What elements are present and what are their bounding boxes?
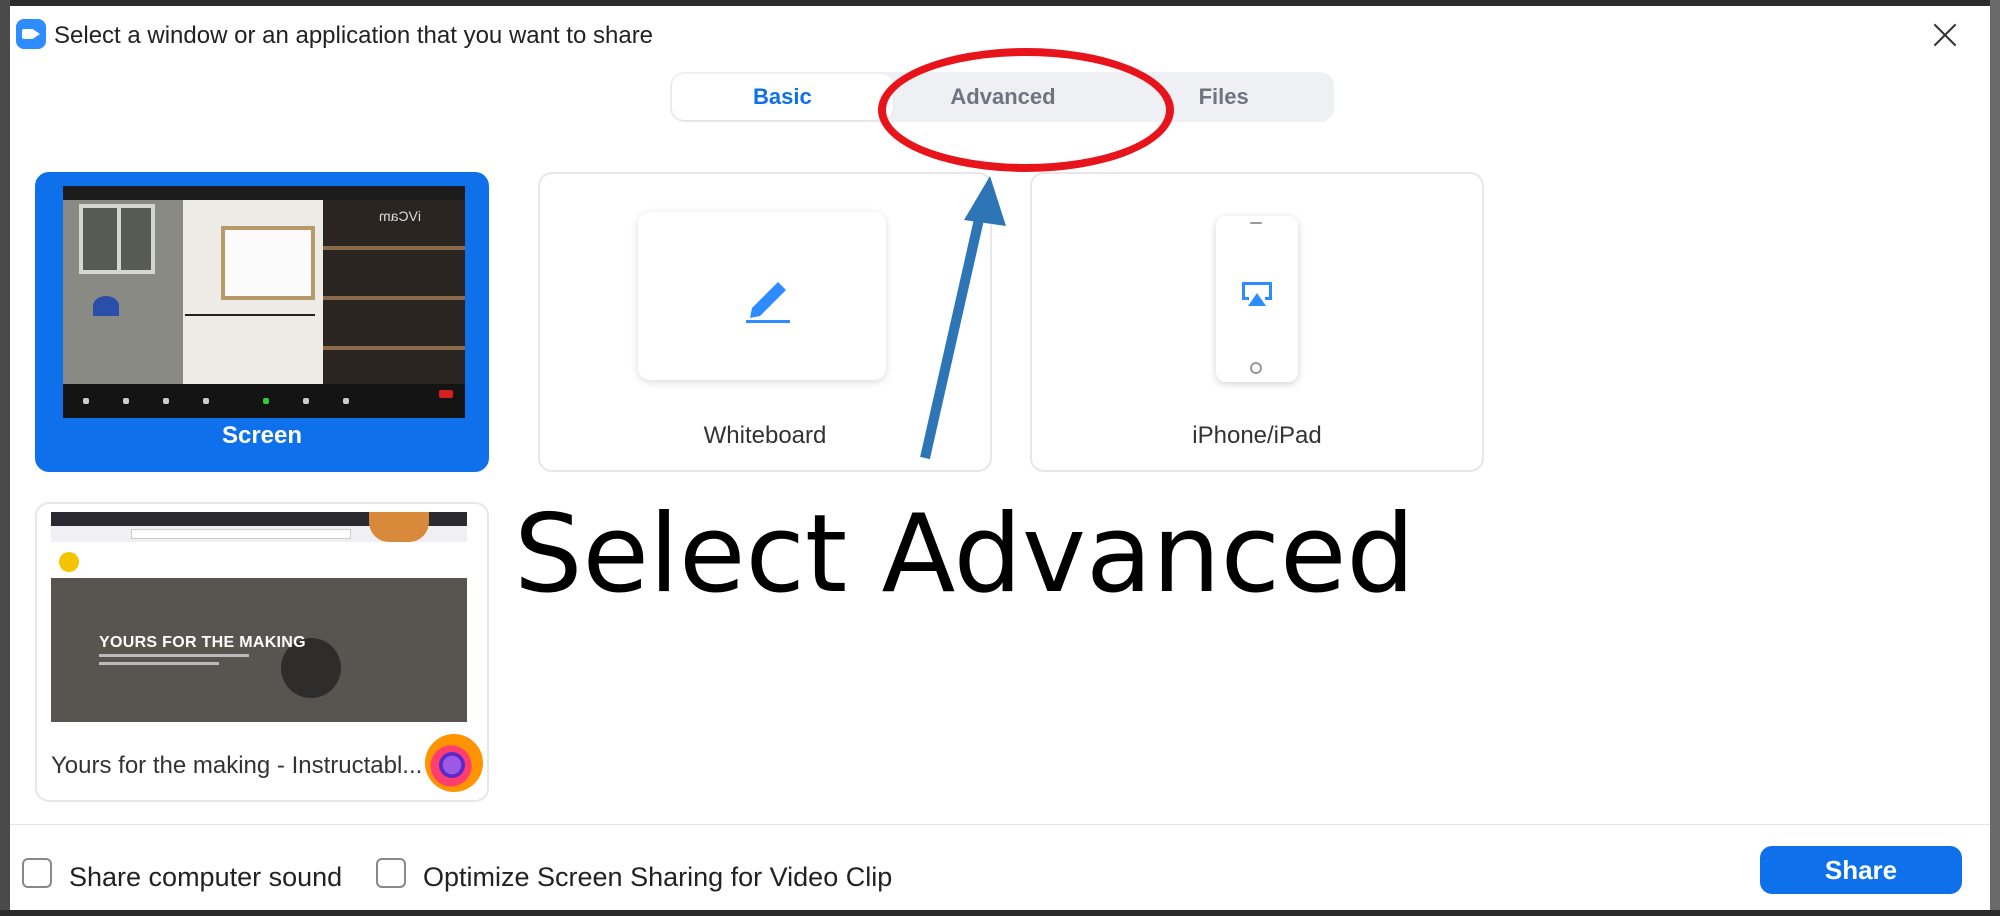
tab-files[interactable]: Files (1113, 74, 1334, 120)
tab-bar: Basic Advanced Files (670, 72, 1334, 122)
iphone-label: iPhone/iPad (1192, 422, 1322, 449)
window-title: Select a window or an application that y… (54, 22, 654, 49)
thumbnail-watermark: iVCam (379, 208, 422, 224)
firefox-icon (425, 734, 483, 792)
tab-basic[interactable]: Basic (672, 74, 893, 120)
annotation-text: Select Advanced (514, 492, 1415, 617)
pen-icon (746, 282, 790, 323)
whiteboard-card (638, 212, 886, 380)
share-option-browser-window[interactable]: YOURS FOR THE MAKING Yours for the makin… (35, 502, 489, 802)
title-bar: Select a window or an application that y… (10, 6, 1990, 58)
phone-illustration (1216, 216, 1298, 382)
zoom-camera-icon (16, 19, 46, 49)
close-icon[interactable] (1928, 18, 1962, 52)
browser-thumbnail: YOURS FOR THE MAKING (51, 512, 467, 722)
screen-label: Screen (221, 422, 303, 449)
airplay-icon (1242, 282, 1272, 306)
optimize-video-label: Optimize Screen Sharing for Video Clip (423, 862, 893, 892)
share-option-iphone-ipad[interactable]: iPhone/iPad (1030, 172, 1484, 472)
screen-bezel-bottom (0, 910, 2000, 916)
share-dialog: Select a window or an application that y… (10, 6, 1990, 910)
optimize-video-checkbox[interactable] (376, 858, 406, 888)
share-sound-label: Share computer sound (69, 862, 343, 892)
share-button[interactable]: Share (1760, 846, 1962, 894)
share-option-screen[interactable]: iVCam Screen (35, 172, 489, 472)
footer-divider (10, 824, 1990, 825)
screen-bezel-right (1990, 0, 2000, 916)
tab-advanced[interactable]: Advanced (893, 74, 1114, 120)
browser-window-label: Yours for the making - Instructabl... (51, 752, 423, 779)
annotation-arrow (920, 176, 1006, 460)
share-sound-checkbox[interactable] (22, 858, 52, 888)
screen-thumbnail: iVCam (63, 186, 465, 418)
screen-bezel-left (0, 0, 10, 916)
thumbnail-headline: YOURS FOR THE MAKING (99, 634, 306, 651)
